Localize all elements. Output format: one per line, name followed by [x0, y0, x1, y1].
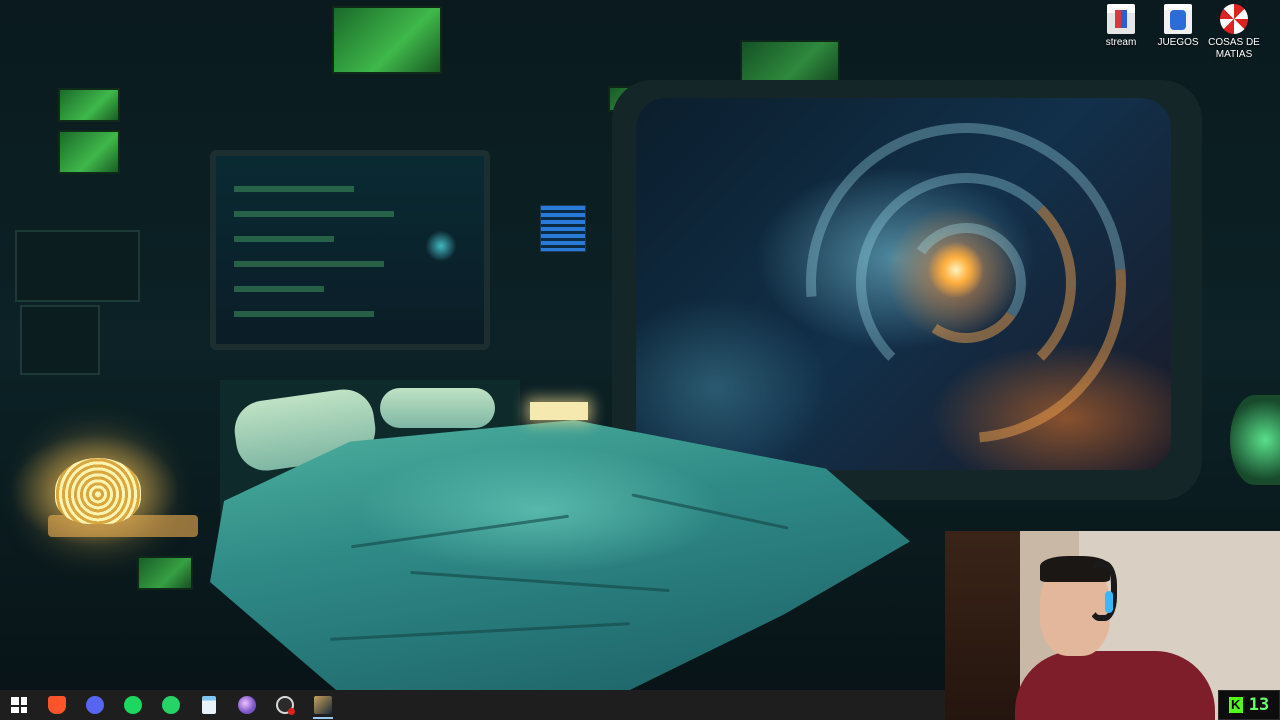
galaxy-view	[636, 98, 1171, 470]
glowing-lamp	[55, 458, 141, 524]
paint-icon	[238, 696, 256, 714]
wall-panel	[15, 230, 140, 302]
headset-light	[1105, 591, 1113, 613]
desktop-icon-stream[interactable]: stream	[1093, 4, 1149, 49]
wall-monitor	[210, 150, 490, 350]
desktop-icon-cosas-de-matias[interactable]: COSAS DE MATIAS	[1206, 4, 1262, 61]
taskbar-start-button[interactable]	[0, 690, 38, 720]
juegos-folder-icon	[1164, 4, 1192, 34]
taskbar-discord[interactable]	[76, 690, 114, 720]
headset	[1087, 561, 1117, 621]
taskbar	[0, 690, 945, 720]
spotify-icon	[124, 696, 142, 714]
notepad-icon	[202, 696, 216, 714]
desktop-icon-label: COSAS DE MATIAS	[1208, 37, 1260, 60]
desktop-icon-juegos[interactable]: JUEGOS	[1150, 4, 1206, 49]
webcam-person-shirt	[1015, 651, 1215, 720]
wall-gauge	[1230, 395, 1280, 485]
wall-panel	[20, 305, 100, 375]
webcam-overlay: K 13	[945, 531, 1280, 720]
blue-display	[540, 205, 586, 252]
taskbar-whatsapp[interactable]	[152, 690, 190, 720]
discord-icon	[86, 696, 104, 714]
umbrella-corp-icon	[1220, 4, 1248, 34]
wall-screen	[332, 6, 442, 74]
wall-screen	[58, 88, 120, 122]
windows-start-icon	[11, 697, 27, 713]
brave-browser-icon	[48, 696, 66, 714]
pillow	[380, 388, 495, 428]
kick-viewer-badge: K 13	[1218, 690, 1280, 720]
nightstand-screen	[137, 556, 193, 590]
lit-sign	[530, 402, 588, 420]
taskbar-obs[interactable]	[266, 690, 304, 720]
taskbar-spotify[interactable]	[114, 690, 152, 720]
stream-shortcut-icon	[1107, 4, 1135, 34]
league-of-legends-icon	[314, 696, 332, 714]
taskbar-league[interactable]	[304, 690, 342, 720]
kick-logo-icon: K	[1228, 697, 1243, 713]
desktop-icon-label: stream	[1105, 37, 1137, 48]
wall-screen	[58, 130, 120, 174]
desktop-icon-label: JUEGOS	[1157, 37, 1199, 48]
viewer-count: 13	[1248, 695, 1270, 715]
obs-studio-icon	[276, 696, 295, 715]
taskbar-brave[interactable]	[38, 690, 76, 720]
whatsapp-icon	[162, 696, 180, 714]
taskbar-notepad[interactable]	[190, 690, 228, 720]
webcam-door	[945, 531, 1020, 720]
taskbar-paint[interactable]	[228, 690, 266, 720]
wall-screen	[740, 40, 840, 84]
